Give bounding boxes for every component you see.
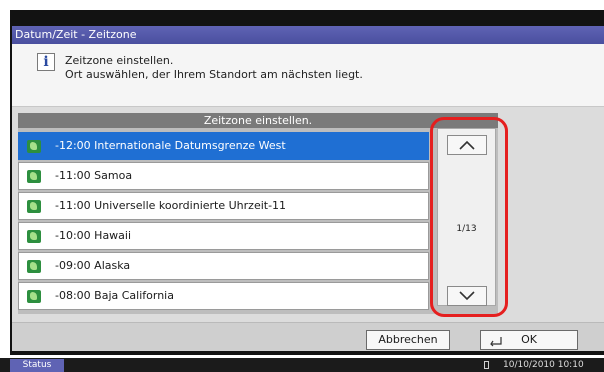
- cancel-button[interactable]: Abbrechen: [366, 330, 450, 350]
- list-item-timezone[interactable]: -11:00 Samoa: [18, 162, 429, 190]
- globe-icon: [27, 260, 41, 273]
- list-item-timezone[interactable]: -12:00 Internationale Datumsgrenze West: [18, 132, 429, 160]
- list-item-label: -11:00 Samoa: [55, 169, 133, 182]
- cancel-label: Abbrechen: [378, 333, 438, 346]
- list-item-label: -08:00 Baja California: [55, 289, 174, 302]
- list-item-label: -12:00 Internationale Datumsgrenze West: [55, 139, 286, 152]
- list-item-label: -10:00 Hawaii: [55, 229, 132, 242]
- window-title: Datum/Zeit - Zeitzone: [12, 26, 604, 44]
- list-item-label: -09:00 Alaska: [55, 259, 131, 272]
- memory-card-icon: [484, 361, 489, 369]
- info-line-1: Zeitzone einstellen.: [65, 54, 174, 67]
- highlight-annotation: [430, 117, 508, 317]
- info-line-2: Ort auswählen, der Ihrem Standort am näc…: [65, 68, 363, 81]
- list-item-timezone[interactable]: -10:00 Hawaii: [18, 222, 429, 250]
- list-header: Zeitzone einstellen.: [18, 113, 498, 128]
- ok-button[interactable]: OK: [480, 330, 578, 350]
- enter-icon: [490, 337, 502, 347]
- status-button[interactable]: Status: [10, 359, 64, 372]
- globe-icon: [27, 290, 41, 303]
- list-item-timezone[interactable]: -11:00 Universelle koordinierte Uhrzeit-…: [18, 192, 429, 220]
- globe-icon: [27, 200, 41, 213]
- globe-icon: [27, 140, 41, 153]
- globe-icon: [27, 170, 41, 183]
- list-item-label: -11:00 Universelle koordinierte Uhrzeit-…: [55, 199, 287, 212]
- datetime-display: 10/10/2010 10:10: [503, 360, 584, 370]
- ok-label: OK: [521, 333, 537, 346]
- globe-icon: [27, 230, 41, 243]
- list-item-timezone[interactable]: -09:00 Alaska: [18, 252, 429, 280]
- info-icon: i: [37, 53, 55, 71]
- list-item-timezone[interactable]: -08:00 Baja California: [18, 282, 429, 310]
